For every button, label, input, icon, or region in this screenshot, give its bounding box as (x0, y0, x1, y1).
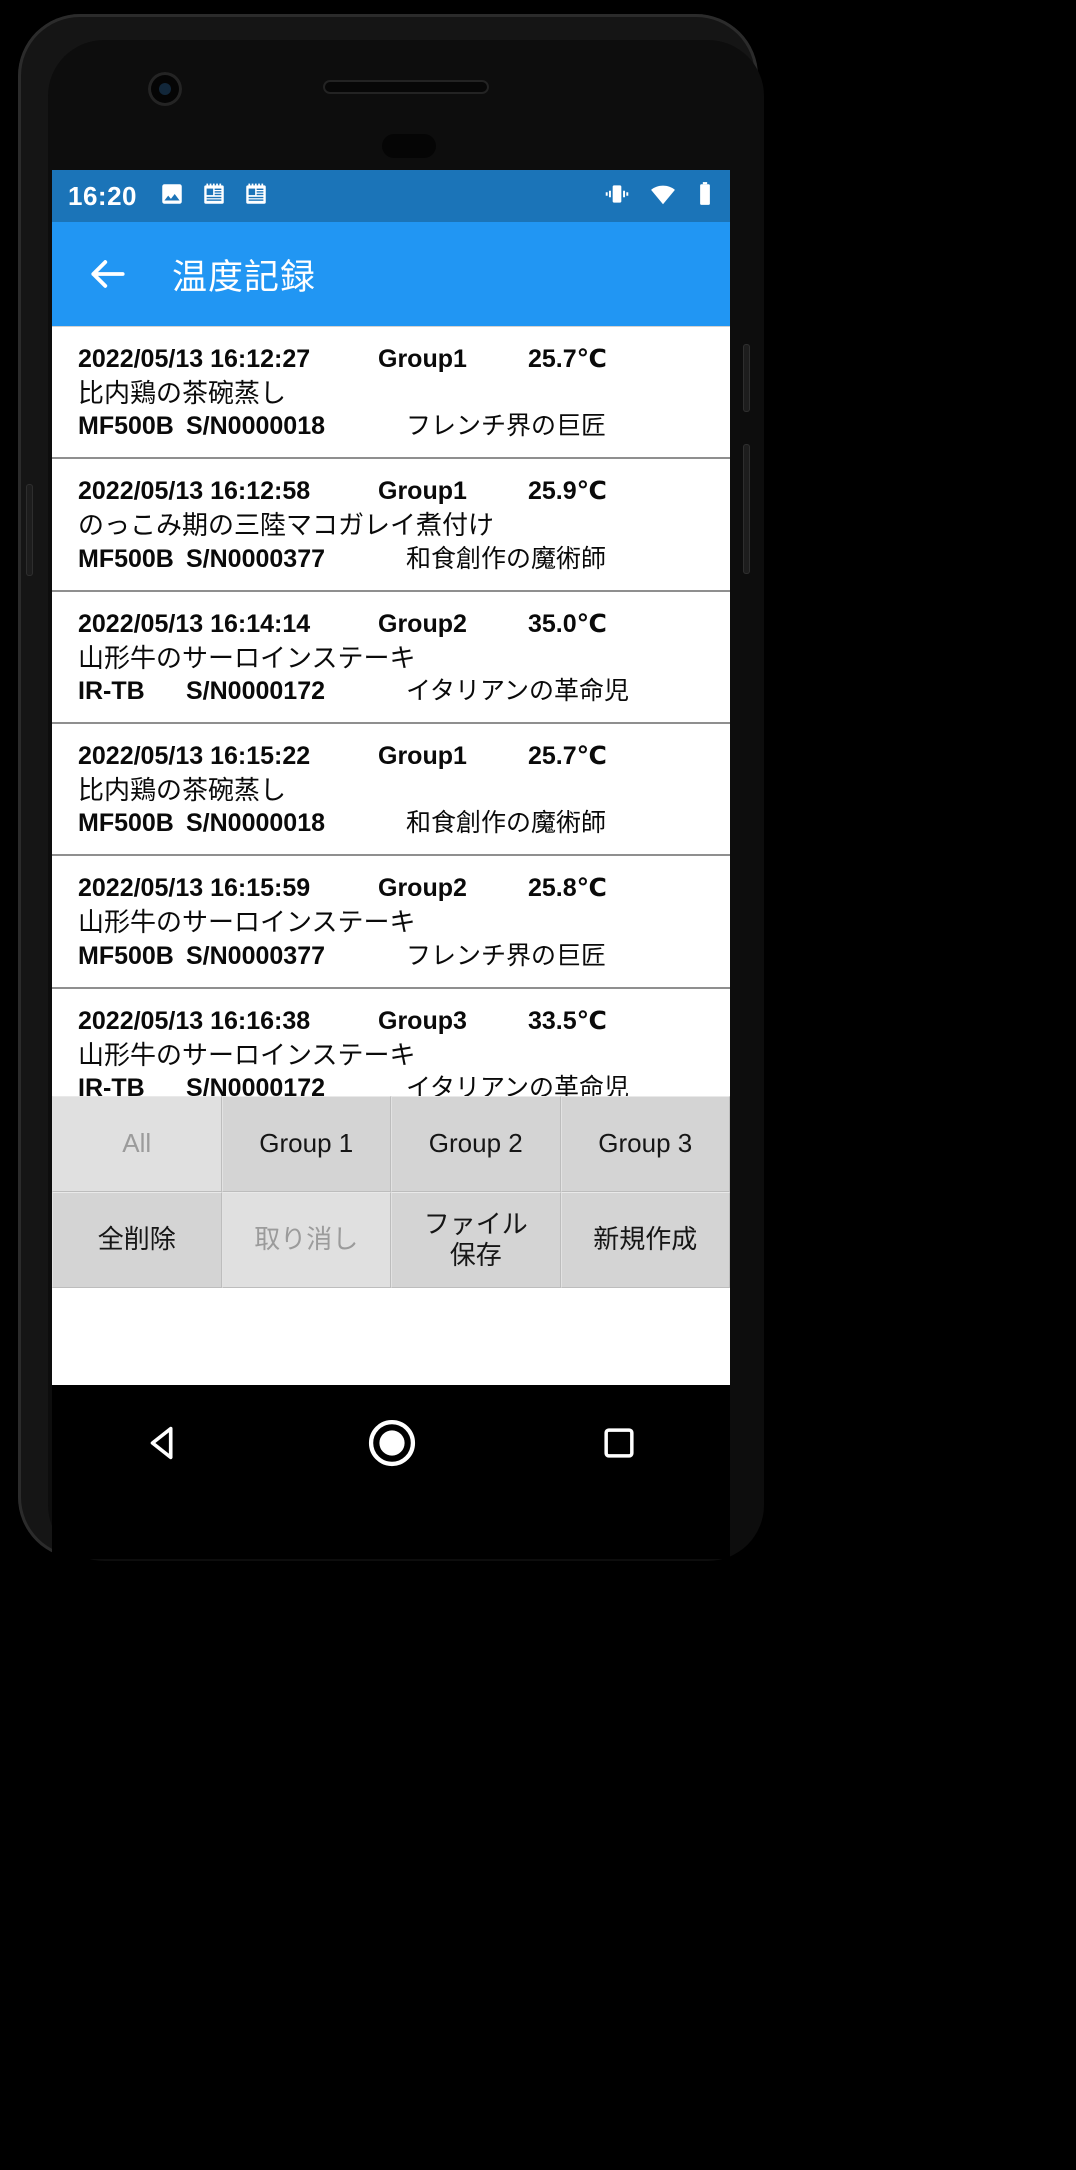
action-button-row: 全削除 取り消し ファイル 保存 新規作成 (52, 1192, 730, 1288)
battery-icon (696, 181, 714, 212)
record-temperature: 35.0℃ (528, 609, 607, 638)
phone-screen: 16:20 温度記録 2022/05/13 16:12:27 Group1 25… (52, 170, 730, 1385)
record-device-line: MF500B S/N0000377 和食創作の魔術師 (52, 543, 730, 576)
table-row[interactable]: 2022/05/13 16:12:27 Group1 25.7℃ 比内鶏の茶碗蒸し MF… (52, 327, 730, 460)
record-serial: S/N0000172 (186, 1073, 326, 1096)
record-chef: 和食創作の魔術師 (406, 809, 607, 838)
record-summary-line: 2022/05/13 16:12:27 Group1 25.7℃ (52, 343, 730, 376)
circle-home-icon[interactable] (365, 1416, 419, 1475)
screenshot-stage: 16:20 温度記録 2022/05/13 16:12:27 Group1 25… (0, 0, 1076, 2170)
screen-chin (52, 1505, 730, 1559)
status-notification-icons (159, 181, 269, 212)
record-temperature: 25.9℃ (528, 477, 607, 506)
side-button-left[interactable] (26, 484, 33, 576)
record-summary-line: 2022/05/13 16:15:22 Group1 25.7℃ (52, 740, 730, 773)
record-device-line: IR-TB S/N0000172 イタリアンの革命児 (52, 1072, 730, 1096)
action-button-4[interactable]: 新規作成 (560, 1192, 730, 1288)
record-chef: フレンチ界の巨匠 (406, 412, 607, 441)
record-device-line: MF500B S/N0000018 和食創作の魔術師 (52, 807, 730, 840)
table-row[interactable]: 2022/05/13 16:14:14 Group2 35.0℃ 山形牛のサーロインス… (52, 592, 730, 724)
table-row[interactable]: 2022/05/13 16:15:59 Group2 25.8℃ 山形牛のサーロインス… (52, 856, 730, 989)
group-filter-row: All Group 1 Group 2 Group 3 (52, 1096, 730, 1192)
power-button[interactable] (743, 444, 750, 574)
record-group: Group1 (378, 477, 467, 506)
record-temperature: 33.5℃ (528, 1006, 607, 1035)
record-summary-line: 2022/05/13 16:14:14 Group2 35.0℃ (52, 608, 730, 641)
group-filter-button-4[interactable]: Group 3 (560, 1096, 730, 1192)
back-arrow-icon[interactable] (86, 252, 130, 296)
record-dish: 山形牛のサーロインステーキ (78, 642, 416, 673)
record-group: Group2 (378, 874, 467, 903)
app-bar: 温度記録 (52, 222, 730, 326)
status-clock: 16:20 (68, 180, 137, 211)
record-datetime: 2022/05/13 16:16:38 (78, 1006, 311, 1035)
news-icon (243, 181, 269, 212)
android-nav-bar (52, 1385, 730, 1505)
record-group: Group2 (378, 609, 467, 638)
record-group: Group3 (378, 1006, 467, 1035)
button-grid: All Group 1 Group 2 Group 3 全削除 取り消し ファイル 保存新… (52, 1096, 730, 1288)
record-datetime: 2022/05/13 16:12:27 (78, 345, 311, 373)
record-temperature: 25.8℃ (528, 874, 607, 903)
table-row[interactable]: 2022/05/13 16:15:22 Group1 25.7℃ 比内鶏の茶碗蒸し MF… (52, 724, 730, 857)
status-system-icons (604, 181, 714, 212)
record-device-line: MF500B S/N0000018 フレンチ界の巨匠 (52, 410, 730, 443)
table-row[interactable]: 2022/05/13 16:16:38 Group3 33.5℃ 山形牛のサーロインス… (52, 989, 730, 1096)
record-serial: S/N0000377 (186, 544, 326, 573)
record-chef: フレンチ界の巨匠 (406, 941, 607, 970)
record-datetime: 2022/05/13 16:15:59 (78, 874, 311, 903)
record-datetime: 2022/05/13 16:15:22 (78, 741, 311, 770)
record-model: MF500B (78, 941, 174, 970)
page-title: 温度記録 (172, 257, 317, 297)
group-filter-button-2[interactable]: Group 1 (221, 1096, 391, 1192)
record-dish: 比内鶏の茶碗蒸し (78, 774, 287, 805)
record-dish: 山形牛のサーロインステーキ (78, 907, 416, 938)
action-button-3[interactable]: ファイル 保存 (391, 1192, 561, 1288)
record-serial: S/N0000018 (186, 809, 326, 838)
record-model: MF500B (78, 809, 174, 838)
group-filter-button-3[interactable]: Group 2 (391, 1096, 561, 1192)
record-summary-line: 2022/05/13 16:16:38 Group3 33.5℃ (52, 1005, 730, 1038)
record-chef: イタリアンの革命児 (406, 1073, 630, 1096)
record-list[interactable]: 2022/05/13 16:12:27 Group1 25.7℃ 比内鶏の茶碗蒸し MF… (52, 326, 730, 1096)
record-model: IR-TB (78, 676, 145, 705)
volume-button[interactable] (743, 344, 750, 412)
record-device-line: MF500B S/N0000377 フレンチ界の巨匠 (52, 940, 730, 973)
news-icon (201, 181, 227, 212)
record-serial: S/N0000172 (186, 676, 326, 705)
record-datetime: 2022/05/13 16:14:14 (78, 609, 311, 638)
record-chef: イタリアンの革命児 (406, 676, 630, 705)
record-serial: S/N0000018 (186, 412, 326, 441)
record-temperature: 25.7℃ (528, 741, 607, 770)
record-dish: 山形牛のサーロインステーキ (78, 1039, 416, 1070)
proximity-sensor (382, 134, 436, 158)
wifi-icon (648, 181, 678, 212)
group-filter-button-1: All (52, 1096, 222, 1192)
record-chef: 和食創作の魔術師 (406, 544, 607, 573)
record-group: Group1 (378, 345, 467, 373)
front-camera-icon (148, 72, 182, 106)
status-bar: 16:20 (52, 170, 730, 222)
square-recents-icon[interactable] (597, 1421, 641, 1470)
earpiece-speaker (323, 80, 489, 94)
table-row[interactable]: 2022/05/13 16:12:58 Group1 25.9℃ のっこみ期の三陸マコ… (52, 459, 730, 592)
record-group: Group1 (378, 741, 467, 770)
record-datetime: 2022/05/13 16:12:58 (78, 477, 311, 506)
image-icon (159, 181, 185, 212)
record-dish: 比内鶏の茶碗蒸し (78, 378, 287, 408)
record-serial: S/N0000377 (186, 941, 326, 970)
record-temperature: 25.7℃ (528, 345, 607, 373)
record-dish: のっこみ期の三陸マコガレイ煮付け (78, 510, 495, 541)
record-device-line: IR-TB S/N0000172 イタリアンの革命児 (52, 675, 730, 708)
record-summary-line: 2022/05/13 16:12:58 Group1 25.9℃ (52, 475, 730, 508)
record-model: MF500B (78, 544, 174, 573)
record-summary-line: 2022/05/13 16:15:59 Group2 25.8℃ (52, 872, 730, 905)
record-model: IR-TB (78, 1073, 145, 1096)
triangle-back-icon[interactable] (141, 1420, 187, 1471)
action-button-1[interactable]: 全削除 (52, 1192, 222, 1288)
vibrate-icon (604, 181, 630, 212)
action-button-2: 取り消し (221, 1192, 391, 1288)
record-model: MF500B (78, 412, 174, 441)
